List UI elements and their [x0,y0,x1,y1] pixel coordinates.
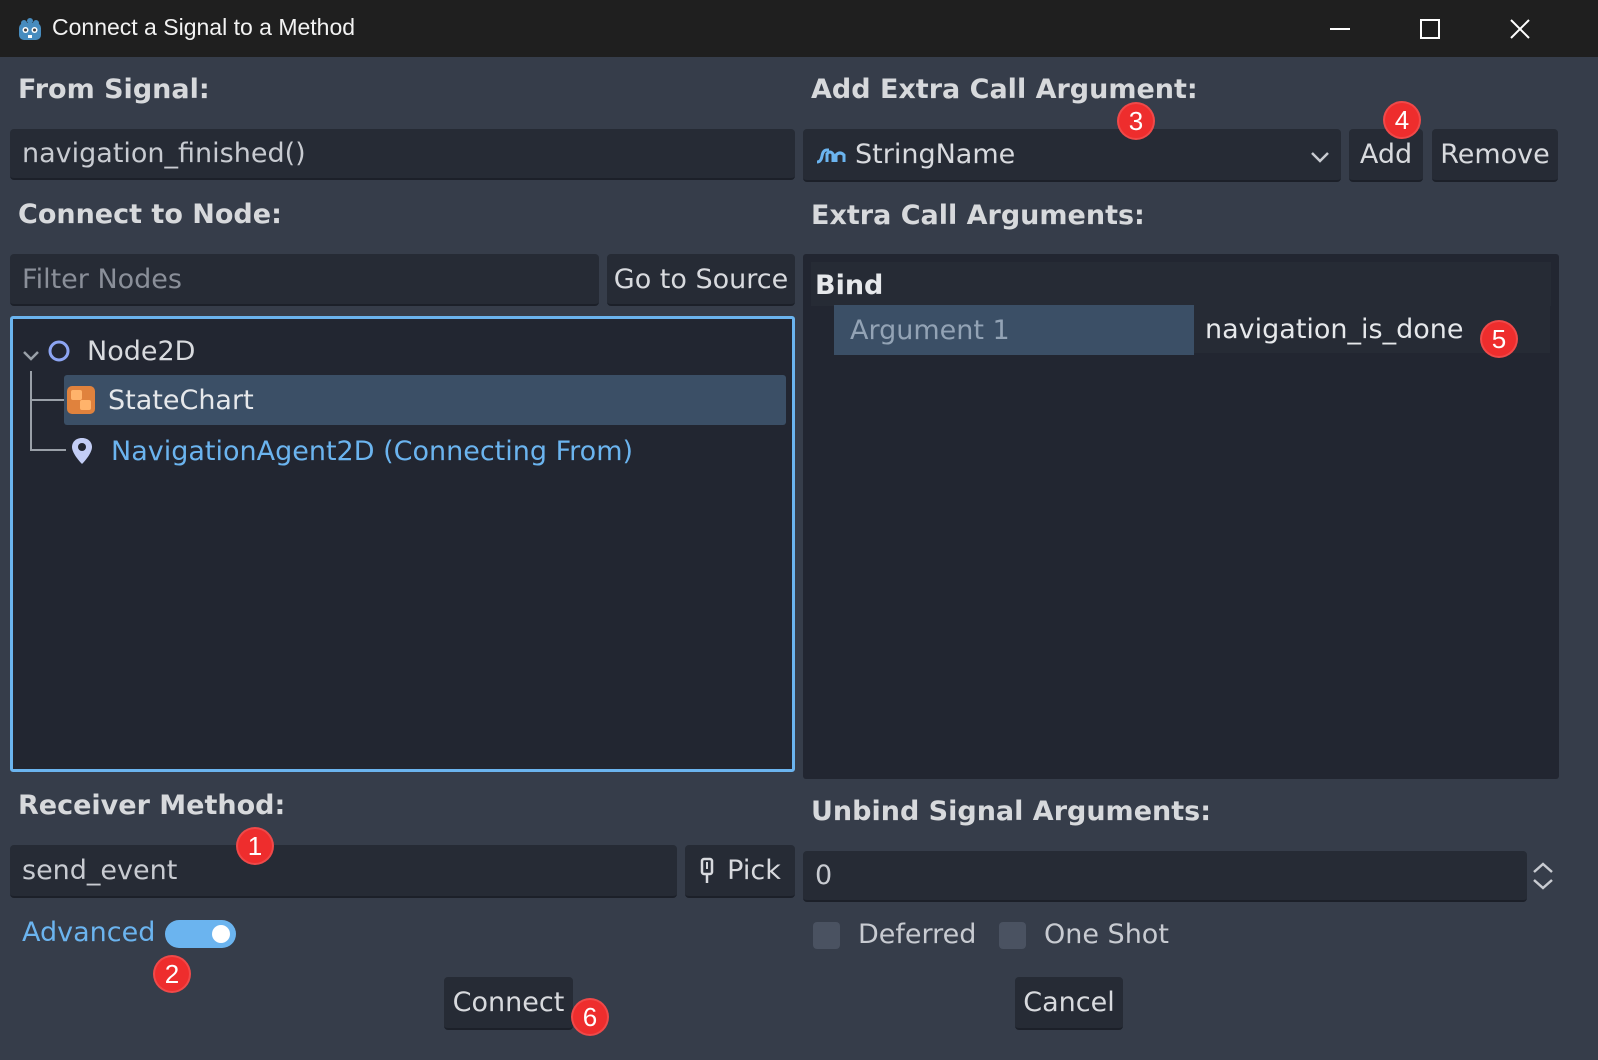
deferred-label: Deferred [858,919,977,950]
add-extra-argument-label: Add Extra Call Argument: [811,74,1198,105]
unbind-arguments-value: 0 [815,860,833,891]
advanced-label[interactable]: Advanced [22,917,155,948]
annotation-badge-2: 2 [153,955,191,993]
tree-item-statechart[interactable]: StateChart [64,375,786,425]
tree-item-label: NavigationAgent2D (Connecting From) [111,435,634,467]
close-button[interactable] [1490,8,1550,50]
minimize-icon [1330,28,1350,30]
tree-connector [30,399,66,401]
spinner-arrows-icon[interactable] [1530,860,1556,892]
tree-connector [30,449,66,451]
pick-method-button[interactable]: Pick [685,845,795,898]
window-title: Connect a Signal to a Method [52,14,356,40]
bind-header: Bind [811,262,1551,306]
argument-type-select[interactable]: StringName [803,129,1341,182]
go-to-source-button[interactable]: Go to Source [607,254,795,306]
remove-argument-button[interactable]: Remove [1432,129,1558,182]
collapse-arrow-icon [21,341,41,361]
from-signal-value: navigation_finished() [22,138,306,169]
annotation-badge-6: 6 [571,998,609,1036]
add-argument-button[interactable]: Add [1349,129,1423,182]
filter-nodes-input[interactable]: Filter Nodes [10,254,599,306]
unbind-signal-arguments-label: Unbind Signal Arguments: [811,796,1212,827]
from-signal-label: From Signal: [18,74,210,105]
annotation-badge-3: 3 [1117,102,1155,140]
cancel-button[interactable]: Cancel [1015,977,1123,1030]
unbind-arguments-spinbox[interactable]: 0 [803,851,1527,902]
tree-connector [30,371,32,451]
maximize-icon [1420,19,1440,39]
advanced-toggle[interactable] [165,920,236,948]
tree-item-node2d[interactable]: Node2D [21,331,195,371]
location-pin-icon [69,436,95,466]
annotation-badge-5: 5 [1480,320,1518,358]
deferred-checkbox[interactable] [813,922,840,949]
chevron-down-icon [1309,144,1331,175]
from-signal-field: navigation_finished() [10,129,795,180]
argument-type-value: StringName [855,139,1016,170]
stringname-icon [815,144,849,166]
filter-nodes-placeholder: Filter Nodes [22,263,182,295]
receiver-method-label: Receiver Method: [18,790,286,821]
connect-button[interactable]: Connect [444,977,573,1030]
toggle-knob [212,925,230,943]
maximize-button[interactable] [1400,8,1460,50]
argument-name: Argument 1 [834,305,1194,355]
node-tree[interactable]: Node2D StateChart NavigationAgent2D (Con… [10,316,795,772]
connect-to-node-label: Connect to Node: [18,199,282,230]
circle-node-icon [47,339,71,363]
statechart-icon [66,385,96,415]
tree-item-label: StateChart [108,384,254,416]
receiver-method-input[interactable]: send_event [10,845,677,898]
one-shot-label: One Shot [1044,919,1169,950]
title-bar: Connect a Signal to a Method [0,0,1598,57]
tree-item-navigationagent2d[interactable]: NavigationAgent2D (Connecting From) [69,429,633,473]
pick-label: Pick [727,855,781,886]
annotation-badge-4: 4 [1383,101,1421,139]
receiver-method-value: send_event [22,855,178,886]
one-shot-checkbox[interactable] [999,922,1026,949]
pick-icon [699,857,715,885]
bind-title: Bind [815,270,884,301]
tree-item-label: Node2D [87,335,196,367]
extra-call-arguments-label: Extra Call Arguments: [811,200,1145,231]
close-icon [1510,19,1530,39]
connect-signal-dialog: Connect a Signal to a Method From Signal… [0,0,1598,1060]
godot-icon [16,16,44,44]
minimize-button[interactable] [1310,8,1370,50]
annotation-badge-1: 1 [236,827,274,865]
extra-call-arguments-inspector: Bind Argument 1 navigation_is_done [803,254,1559,779]
